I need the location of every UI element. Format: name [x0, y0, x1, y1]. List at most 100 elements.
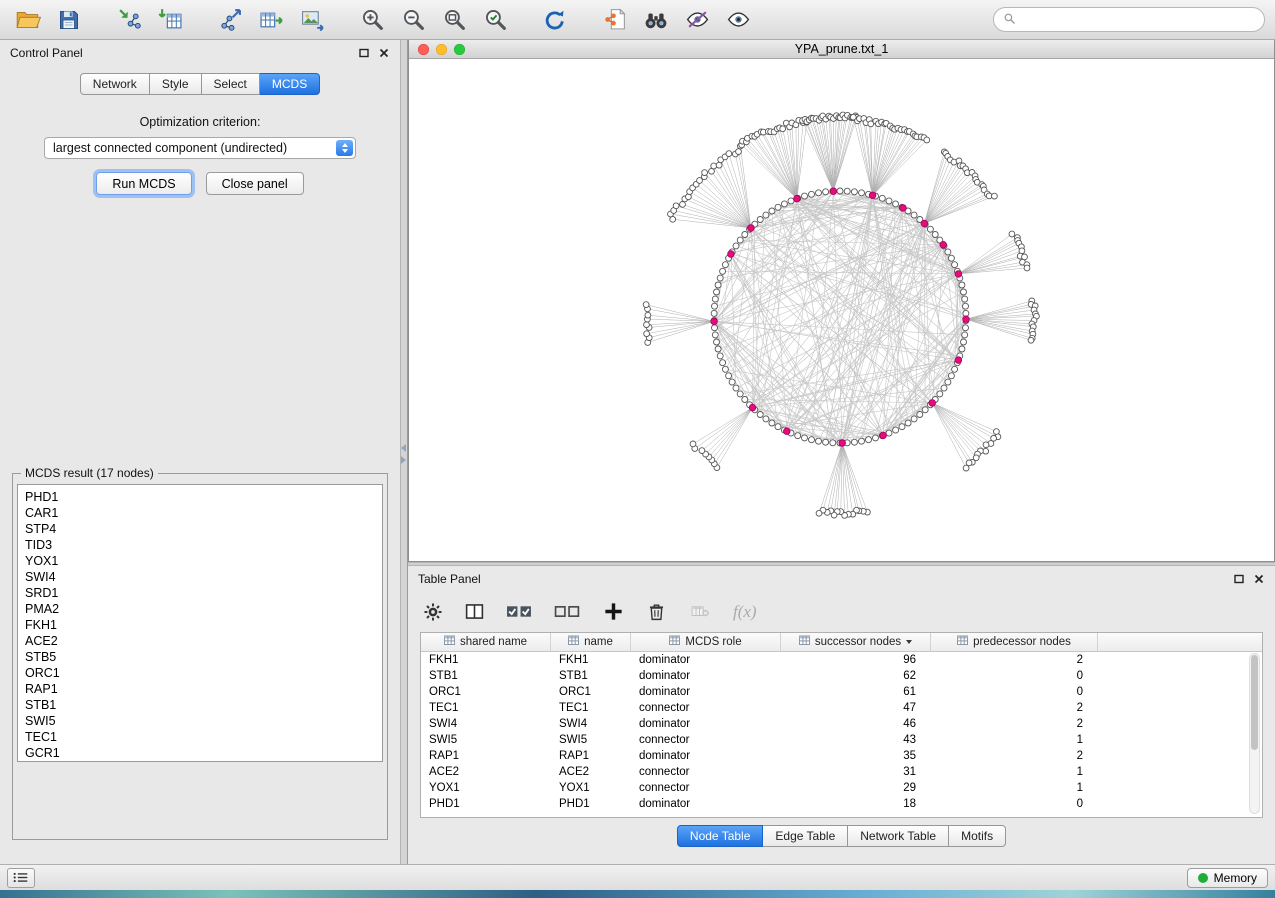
column-header[interactable]: predecessor nodes — [931, 633, 1098, 651]
clone-network-icon[interactable] — [597, 4, 633, 36]
table-scrollbar[interactable] — [1249, 653, 1260, 814]
mcds-node-phd1[interactable]: PHD1 — [25, 489, 382, 505]
column-header[interactable]: successor nodes — [781, 633, 931, 651]
export-network-icon[interactable] — [212, 4, 248, 36]
mcds-node-fkh1[interactable]: FKH1 — [25, 617, 382, 633]
cytoscape-window: Control Panel NetworkStyleSelectMCDS Opt… — [0, 0, 1275, 898]
table-row[interactable]: PHD1 PHD1 dominator 18 0 — [421, 796, 1262, 812]
zoom-out-icon[interactable] — [395, 4, 431, 36]
import-table-disabled-icon — [688, 602, 712, 621]
tab-motifs[interactable]: Motifs — [949, 825, 1006, 847]
deselect-all-icon[interactable] — [554, 601, 581, 622]
table-header-row: shared name name — [421, 633, 1262, 652]
delete-row-icon[interactable] — [646, 601, 667, 622]
save-icon[interactable] — [51, 4, 87, 36]
mcds-node-ace2[interactable]: ACE2 — [25, 633, 382, 649]
refresh-icon[interactable] — [537, 4, 573, 36]
column-table-icon — [799, 635, 810, 649]
search-box[interactable] — [993, 7, 1265, 32]
float-table-panel-icon[interactable] — [1233, 573, 1245, 585]
add-row-icon[interactable] — [602, 600, 625, 623]
table-row[interactable]: YOX1 YOX1 connector 29 1 — [421, 780, 1262, 796]
mcds-node-swi5[interactable]: SWI5 — [25, 713, 382, 729]
table-toolbar: f(x) — [408, 591, 1275, 632]
mcds-node-stb1[interactable]: STB1 — [25, 697, 382, 713]
table-row[interactable]: ACE2 ACE2 connector 31 1 — [421, 764, 1262, 780]
select-all-icon[interactable] — [506, 601, 533, 622]
mcds-node-tid3[interactable]: TID3 — [25, 537, 382, 553]
hidden-panels-menu-icon[interactable] — [7, 868, 35, 888]
table-panel-title: Table Panel — [418, 572, 481, 586]
search-input[interactable] — [1021, 13, 1255, 27]
tab-select[interactable]: Select — [202, 73, 260, 95]
column-header[interactable]: shared name — [421, 633, 551, 651]
toolbar-group — [212, 4, 330, 36]
export-image-icon[interactable] — [294, 4, 330, 36]
table-row[interactable]: SWI4 SWI4 dominator 46 2 — [421, 716, 1262, 732]
criterion-select[interactable]: largest connected component (undirected) — [44, 137, 356, 159]
tab-node-table[interactable]: Node Table — [677, 825, 764, 847]
table-row[interactable]: STB1 STB1 dominator 62 0 — [421, 668, 1262, 684]
window-minimize-button[interactable] — [436, 44, 447, 55]
network-graph[interactable] — [409, 59, 1274, 560]
show-all-icon[interactable] — [720, 4, 756, 36]
table-scrollbar-thumb[interactable] — [1251, 655, 1258, 750]
search-objects-icon[interactable] — [638, 4, 674, 36]
float-panel-icon[interactable] — [358, 47, 370, 59]
mcds-node-pma2[interactable]: PMA2 — [25, 601, 382, 617]
vertical-splitter[interactable] — [400, 40, 408, 864]
control-panel: Control Panel NetworkStyleSelectMCDS Opt… — [0, 40, 400, 864]
mcds-node-swi4[interactable]: SWI4 — [25, 569, 382, 585]
close-panel-button[interactable]: Close panel — [206, 172, 304, 195]
table-panel-header: Table Panel — [408, 566, 1275, 591]
mcds-node-car1[interactable]: CAR1 — [25, 505, 382, 521]
memory-button[interactable]: Memory — [1187, 868, 1268, 888]
table-row[interactable]: TEC1 TEC1 connector 47 2 — [421, 700, 1262, 716]
mcds-node-srd1[interactable]: SRD1 — [25, 585, 382, 601]
column-header[interactable]: MCDS role — [631, 633, 781, 651]
network-canvas[interactable] — [409, 59, 1274, 561]
tab-network[interactable]: Network — [80, 73, 150, 95]
window-close-button[interactable] — [418, 44, 429, 55]
tab-network-table[interactable]: Network Table — [848, 825, 949, 847]
window-zoom-button[interactable] — [454, 44, 465, 55]
open-icon[interactable] — [10, 4, 46, 36]
mcds-node-orc1[interactable]: ORC1 — [25, 665, 382, 681]
zoom-fit-icon[interactable] — [436, 4, 472, 36]
collapse-left-icon[interactable] — [401, 444, 406, 452]
table-panel-tabs: Node TableEdge TableNetwork TableMotifs — [408, 825, 1275, 847]
import-table-icon[interactable] — [152, 4, 188, 36]
table-row[interactable]: FKH1 FKH1 dominator 96 2 — [421, 652, 1262, 668]
close-table-panel-icon[interactable] — [1253, 573, 1265, 585]
memory-status-dot — [1198, 873, 1208, 883]
mcds-node-tec1[interactable]: TEC1 — [25, 729, 382, 745]
import-network-icon[interactable] — [111, 4, 147, 36]
gear-icon[interactable] — [423, 602, 443, 622]
table-row[interactable]: RAP1 RAP1 dominator 35 2 — [421, 748, 1262, 764]
table-row[interactable]: SWI5 SWI5 connector 43 1 — [421, 732, 1262, 748]
tab-style[interactable]: Style — [150, 73, 202, 95]
column-header[interactable]: name — [551, 633, 631, 651]
run-mcds-button[interactable]: Run MCDS — [96, 172, 191, 195]
columns-icon[interactable] — [464, 601, 485, 622]
toolbar-group — [597, 4, 756, 36]
collapse-right-icon[interactable] — [401, 456, 406, 464]
tab-mcds[interactable]: MCDS — [260, 73, 320, 95]
mcds-node-stb5[interactable]: STB5 — [25, 649, 382, 665]
mcds-node-gcr1[interactable]: GCR1 — [25, 745, 382, 761]
table-row[interactable]: ORC1 ORC1 dominator 61 0 — [421, 684, 1262, 700]
mcds-node-yox1[interactable]: YOX1 — [25, 553, 382, 569]
network-view-window: YPA_prune.txt_1 — [408, 40, 1275, 562]
mcds-node-stp4[interactable]: STP4 — [25, 521, 382, 537]
export-table-icon[interactable] — [253, 4, 289, 36]
mcds-node-rap1[interactable]: RAP1 — [25, 681, 382, 697]
table-body: FKH1 FKH1 dominator 96 2 STB1 STB1 — [421, 652, 1262, 817]
zoom-in-icon[interactable] — [354, 4, 390, 36]
zoom-selected-icon[interactable] — [477, 4, 513, 36]
memory-label: Memory — [1214, 871, 1257, 885]
function-icon: f(x) — [733, 602, 757, 622]
network-window-titlebar[interactable]: YPA_prune.txt_1 — [409, 40, 1274, 59]
hide-selected-icon[interactable] — [679, 4, 715, 36]
close-panel-icon[interactable] — [378, 47, 390, 59]
tab-edge-table[interactable]: Edge Table — [763, 825, 848, 847]
